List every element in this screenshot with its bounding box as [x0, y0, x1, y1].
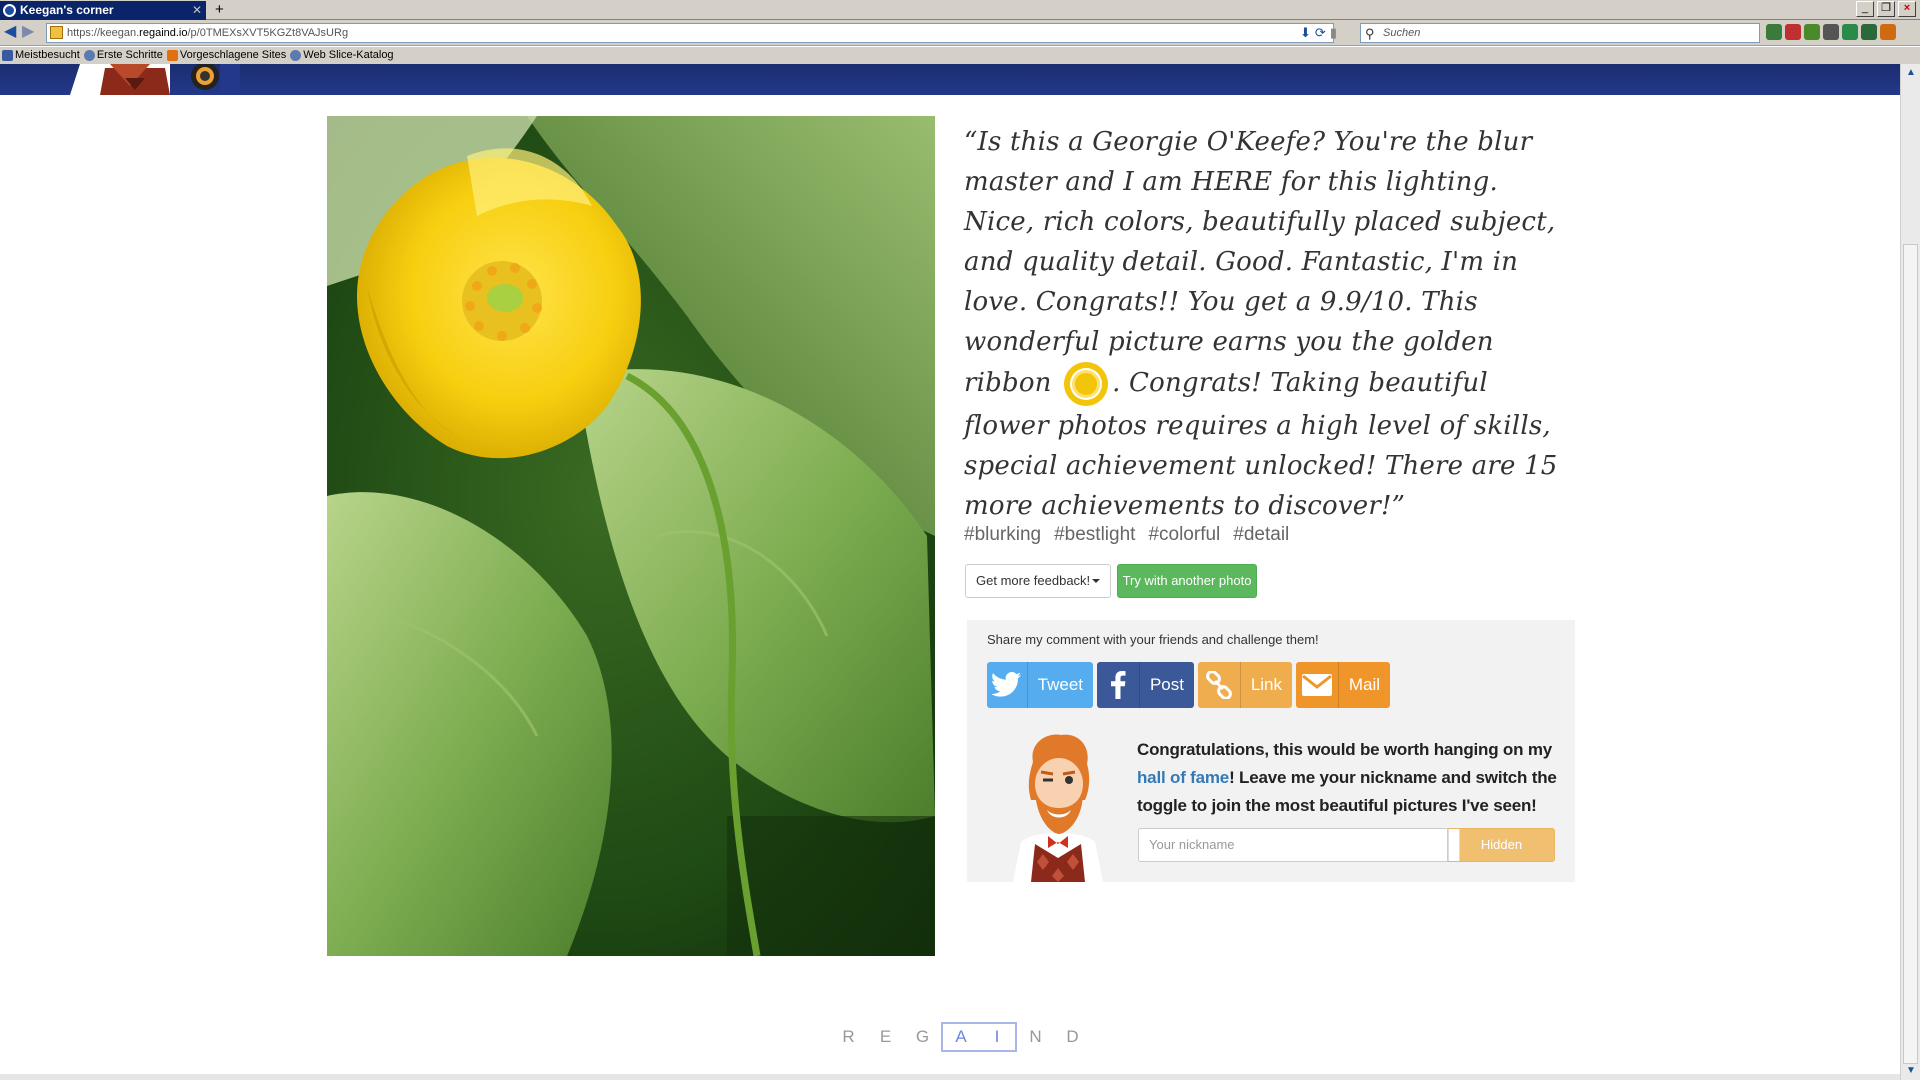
facebook-post-button[interactable]: Post	[1097, 662, 1194, 708]
logo-highlight-box: A I	[941, 1022, 1017, 1052]
link-icon	[1198, 662, 1241, 708]
logo-letter: N	[1029, 1027, 1042, 1046]
bookmarks-bar: Meistbesucht Erste Schritte Vorgeschlage…	[0, 47, 1920, 64]
bookmark-item[interactable]: Meistbesucht	[2, 47, 80, 64]
reload-icon[interactable]: ⟳	[1315, 25, 1326, 41]
scroll-up-icon[interactable]: ▲	[1904, 66, 1918, 80]
photo-comment: “Is this a Georgie O'Keefe? You're the b…	[964, 122, 1574, 526]
search-input[interactable]: ⚲ Suchen	[1360, 23, 1760, 43]
url-path: /p/0TMEXsXVT5KGZt8VAJsURg	[187, 27, 349, 39]
page-bottom-divider	[0, 1074, 1900, 1080]
logo-letter: I	[994, 1027, 1000, 1046]
tweet-label: Tweet	[1037, 675, 1083, 694]
open-quote: “	[964, 127, 978, 157]
site-favicon-icon	[3, 4, 16, 17]
address-bar[interactable]: https://keegan.regaind.io/p/0TMEXsXVT5KG…	[46, 23, 1334, 43]
logo-letter: E	[879, 1027, 892, 1046]
addon-globe-icon[interactable]	[1766, 24, 1782, 40]
comment-text-part2: . Congrats! Taking beautiful flower phot…	[964, 368, 1558, 521]
scroll-down-icon[interactable]: ▼	[1904, 1064, 1918, 1078]
browser-tab-bar: Keegan's corner ✕ + _ ❐ ×	[0, 0, 1920, 20]
browser-tab-active[interactable]: Keegan's corner ✕	[0, 1, 206, 20]
tweet-button[interactable]: Tweet	[987, 662, 1093, 708]
post-label: Post	[1149, 675, 1184, 694]
close-window-icon[interactable]: ×	[1898, 1, 1916, 17]
bookmark-item[interactable]: Web Slice-Katalog	[290, 47, 394, 64]
restore-icon[interactable]: ❐	[1877, 1, 1895, 17]
window-controls: _ ❐ ×	[1856, 1, 1916, 17]
addon-share-icon[interactable]	[1842, 24, 1858, 40]
url-host: regaind.io	[139, 27, 188, 39]
new-tab-button[interactable]: +	[215, 0, 224, 19]
home-icon[interactable]	[1823, 24, 1839, 40]
logo-letter: R	[842, 1027, 855, 1046]
stop-icon[interactable]: ▮	[1330, 25, 1337, 41]
search-placeholder: Suchen	[1383, 27, 1421, 39]
lock-icon	[50, 26, 63, 39]
nickname-input[interactable]: Your nickname	[1138, 828, 1448, 862]
golden-ribbon-icon	[1064, 362, 1109, 406]
share-title: Share my comment with your friends and c…	[987, 632, 1319, 647]
tag-list: #blurking #bestlight #colorful #detail	[964, 524, 1289, 546]
hall-text-before: Congratulations, this would be worth han…	[1137, 740, 1552, 759]
globe-icon	[290, 50, 302, 61]
logo-letter: G	[915, 1027, 930, 1046]
comment-text-part1: Is this a Georgie O'Keefe? You're the bl…	[964, 127, 1556, 398]
dropdown-arrow-icon[interactable]: ⬇	[1300, 25, 1311, 41]
hall-of-fame-link[interactable]: hall of fame	[1137, 768, 1229, 787]
tab-title: Keegan's corner	[20, 3, 114, 17]
back-arrow-icon[interactable]: ◀	[4, 24, 16, 40]
search-icon: ⚲	[1365, 26, 1375, 41]
caret-down-icon	[1092, 579, 1100, 583]
vertical-scrollbar[interactable]: ▲ ▼	[1900, 64, 1920, 1080]
tab-close-icon[interactable]: ✕	[192, 1, 202, 20]
share-buttons: Tweet Post Link Mail	[987, 662, 1390, 708]
copy-link-button[interactable]: Link	[1198, 662, 1292, 708]
tag-item[interactable]: #detail	[1233, 524, 1289, 546]
bookmark-folder-icon	[2, 50, 13, 61]
hall-of-fame-text: Congratulations, this would be worth han…	[1137, 736, 1557, 820]
download-icon[interactable]	[1861, 24, 1877, 40]
uploaded-photo	[327, 116, 935, 956]
tag-item[interactable]: #blurking	[964, 524, 1041, 546]
forward-arrow-icon[interactable]: ▶	[22, 24, 34, 40]
regaind-logo[interactable]: R E G A I N D	[830, 1022, 1091, 1052]
envelope-icon	[1296, 662, 1339, 708]
tag-item[interactable]: #bestlight	[1054, 524, 1135, 546]
facebook-icon	[1097, 662, 1140, 708]
scrollbar-thumb[interactable]	[1903, 244, 1918, 1064]
addon-fox-icon[interactable]	[1880, 24, 1896, 40]
browser-nav-bar: ◀ ▶ https://keegan.regaind.io/p/0TMEXsXV…	[0, 20, 1920, 46]
nickname-placeholder: Your nickname	[1149, 837, 1235, 852]
addon-toolbar	[1766, 24, 1896, 40]
link-label: Link	[1250, 675, 1282, 694]
keegan-mascot-partial-icon	[70, 64, 240, 95]
logo-letter: A	[955, 1027, 967, 1046]
share-panel: Share my comment with your friends and c…	[967, 620, 1575, 882]
close-quote: ”	[1391, 491, 1406, 521]
feedback-label: Get more feedback!	[976, 573, 1091, 588]
minimize-icon[interactable]: _	[1856, 1, 1874, 17]
mail-button[interactable]: Mail	[1296, 662, 1390, 708]
tag-item[interactable]: #colorful	[1148, 524, 1220, 546]
page-viewport: “Is this a Georgie O'Keefe? You're the b…	[0, 64, 1900, 1080]
site-header	[0, 64, 1900, 95]
url-prefix: https://keegan.	[67, 27, 140, 39]
address-bar-buttons: ⬇ ⟳ ▮	[1300, 25, 1337, 41]
twitter-icon	[987, 662, 1028, 708]
suggested-sites-icon	[166, 50, 178, 61]
bookmark-item[interactable]: Erste Schritte	[83, 47, 163, 64]
addon-pocket-icon[interactable]	[1785, 24, 1801, 40]
globe-icon	[83, 50, 95, 61]
bookmark-item[interactable]: Vorgeschlagene Sites	[166, 47, 286, 64]
visibility-toggle[interactable]: Hidden	[1448, 828, 1555, 862]
addon-grid-icon[interactable]	[1804, 24, 1820, 40]
logo-letter: D	[1066, 1027, 1079, 1046]
keegan-mascot-icon	[1013, 734, 1103, 882]
mail-label: Mail	[1348, 675, 1380, 694]
try-another-photo-button[interactable]: Try with another photo	[1117, 564, 1257, 598]
get-more-feedback-button[interactable]: Get more feedback!	[965, 564, 1111, 598]
